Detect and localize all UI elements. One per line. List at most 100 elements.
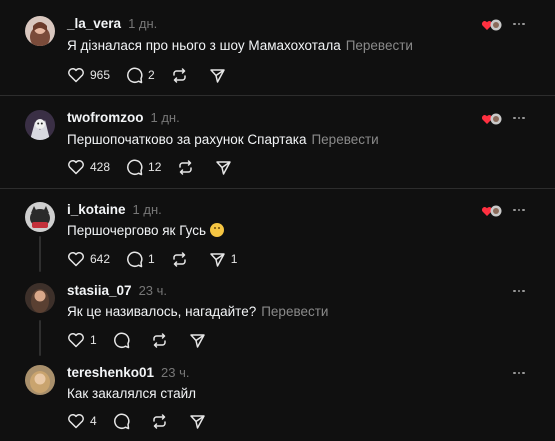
username[interactable]: stasiia_07 [67, 283, 132, 298]
post-header: twofromzoo 1 дн. [67, 110, 180, 126]
timestamp[interactable]: 1 дн. [151, 110, 180, 125]
post-header: i_kotaine 1 дн. [67, 202, 162, 218]
more-icon-dot [522, 116, 525, 120]
post-actions: 642 1 1 [67, 250, 253, 268]
heart-icon [68, 252, 84, 267]
send-icon [216, 160, 232, 175]
more-icon-dot [517, 289, 521, 293]
share-button[interactable] [209, 66, 231, 84]
liked-by-author-icon [481, 205, 502, 217]
repost-button[interactable] [171, 250, 193, 268]
more-icon [513, 22, 516, 26]
timestamp[interactable]: 1 дн. [133, 202, 162, 217]
like-button[interactable]: 1 [67, 331, 97, 349]
replies-feed: _la_vera 1 дн. Я дізналася про нього з ш… [0, 0, 555, 441]
repost-button[interactable] [151, 331, 173, 349]
post-text-content: Как закалялся стайл [67, 386, 197, 401]
share-button[interactable] [189, 331, 211, 349]
timestamp[interactable]: 23 ч. [139, 283, 167, 298]
liked-by-author-icon [481, 113, 502, 125]
repost-icon [172, 251, 186, 267]
reply-button[interactable]: 2 [126, 66, 155, 84]
more-icon-dot [522, 371, 525, 375]
post-text: Першопочатково за рахунок Спартака Переве… [67, 132, 379, 147]
send-icon [209, 252, 225, 267]
more-options-button[interactable] [511, 110, 527, 126]
reply-button[interactable]: 1 [126, 250, 155, 268]
divider [0, 95, 555, 96]
like-count: 428 [90, 160, 111, 174]
send-icon [209, 68, 225, 83]
like-button[interactable]: 642 [67, 250, 110, 268]
more-options-button[interactable] [511, 365, 527, 381]
avatar-image [25, 16, 55, 46]
heart-icon [68, 68, 84, 83]
more-icon [513, 116, 516, 120]
username[interactable]: i_kotaine [67, 202, 126, 217]
post-header: tereshenko01 23 ч. [67, 365, 190, 381]
liked-by-author-icon [481, 19, 502, 31]
comment-icon [113, 332, 130, 348]
timestamp[interactable]: 23 ч. [161, 365, 189, 380]
reply-button[interactable]: 12 [126, 158, 161, 176]
avatar[interactable] [25, 202, 55, 232]
more-icon-dot [522, 208, 525, 212]
heart-icon [68, 333, 84, 348]
post-text: Як це називалось, нагадайте? Перевести [67, 304, 328, 319]
translate-link[interactable]: Перевести [346, 38, 413, 53]
more-icon-dot [517, 208, 521, 212]
more-options-button[interactable] [511, 202, 527, 218]
repost-button[interactable] [177, 158, 199, 176]
translate-link[interactable]: Перевести [311, 132, 378, 147]
like-count: 642 [90, 252, 111, 266]
post-text-content: Першопочатково за рахунок Спартака [67, 132, 307, 147]
post-text: Как закалялся стайл [67, 386, 196, 401]
like-button[interactable]: 428 [67, 158, 110, 176]
heart-icon [68, 414, 84, 429]
avatar-image [25, 110, 55, 140]
avatar-image [25, 283, 55, 313]
avatar-image [25, 202, 55, 232]
more-icon-dot [522, 22, 525, 26]
share-button[interactable] [189, 412, 211, 430]
post-actions: 4 [67, 412, 227, 430]
more-options-button[interactable] [511, 283, 527, 299]
avatar[interactable] [25, 283, 55, 313]
more-icon [513, 208, 516, 212]
repost-icon [152, 332, 166, 348]
post-text: Першочергово як Гусь [67, 223, 224, 238]
post-text-content: Я дізналася про нього з шоу Мамахохотала [67, 38, 341, 53]
repost-button[interactable] [151, 412, 173, 430]
thread-line [39, 236, 41, 272]
repost-icon [152, 413, 166, 429]
reply-button[interactable] [113, 331, 135, 349]
post-text-content: Першочергово як Гусь [67, 223, 206, 238]
timestamp[interactable]: 1 дн. [128, 16, 157, 31]
reply-count: 2 [148, 68, 155, 82]
post-actions: 428 12 [67, 158, 253, 176]
reply-count: 12 [148, 160, 162, 174]
avatar[interactable] [25, 110, 55, 140]
post-header: stasiia_07 23 ч. [67, 283, 167, 299]
username[interactable]: tereshenko01 [67, 365, 154, 380]
username[interactable]: twofromzoo [67, 110, 144, 125]
emoji-icon [209, 223, 224, 237]
comment-icon [127, 251, 143, 267]
comment-icon [127, 67, 143, 83]
avatar[interactable] [25, 16, 55, 46]
translate-link[interactable]: Перевести [261, 304, 328, 319]
share-button[interactable] [215, 158, 237, 176]
like-button[interactable]: 4 [67, 412, 97, 430]
avatar[interactable] [25, 365, 55, 395]
divider [0, 188, 555, 189]
more-icon [513, 371, 516, 375]
post-text-content: Як це називалось, нагадайте? [67, 304, 257, 319]
post-actions: 965 2 [67, 66, 247, 84]
username[interactable]: _la_vera [67, 16, 121, 31]
avatar-image [25, 365, 55, 395]
share-button[interactable]: 1 [209, 250, 237, 268]
more-options-button[interactable] [511, 16, 527, 32]
like-button[interactable]: 965 [67, 66, 110, 84]
reply-button[interactable] [113, 412, 135, 430]
repost-button[interactable] [171, 66, 193, 84]
